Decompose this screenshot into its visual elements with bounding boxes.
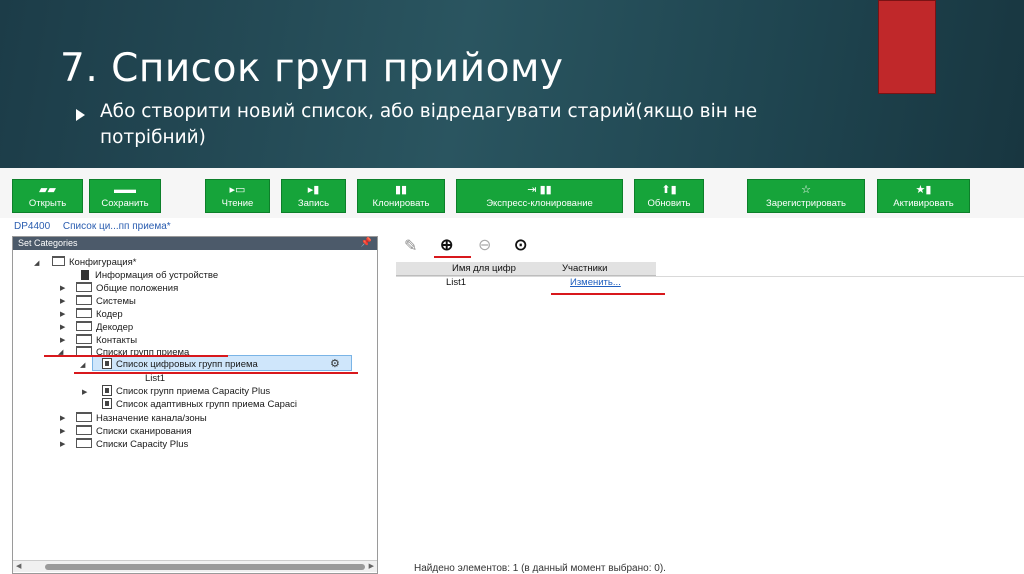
list-icon [102, 398, 112, 409]
tree-item-general[interactable]: Общие положения [76, 282, 178, 295]
expand-arrow-icon[interactable]: ▶ [60, 440, 65, 448]
device-icon [81, 270, 89, 280]
more-options-icon[interactable]: ⊙ [514, 238, 527, 254]
annotation-underline [434, 256, 471, 258]
panel-header: Set Categories [13, 237, 377, 250]
folder-icon [76, 425, 92, 435]
read-icon: ▸▭ [229, 184, 246, 196]
grid-header: Имя для цифр Участники [396, 262, 656, 276]
tree-item-capacity-plus-lists[interactable]: Списки Capacity Plus [76, 438, 188, 451]
annotation-underline [44, 355, 228, 357]
expand-arrow-icon[interactable]: ▶ [60, 323, 65, 331]
right-panel [396, 234, 1024, 574]
config-icon [52, 256, 65, 266]
annotation-underline [551, 293, 665, 295]
cell-name[interactable]: List1 [446, 277, 466, 289]
list-icon [102, 358, 112, 369]
activate-icon: ★▮ [915, 184, 932, 196]
clone-icon: ▮▮ [394, 184, 408, 196]
activate-button[interactable]: ★▮ Активировать [877, 179, 970, 213]
tree-item-digital-rx-groups[interactable]: Список цифровых групп приема [102, 358, 258, 371]
expand-arrow-icon[interactable]: ▶ [60, 284, 65, 292]
expand-arrow-icon[interactable]: ▶ [82, 388, 87, 396]
tree-item-encoder[interactable]: Кодер [76, 308, 123, 321]
edit-members-link[interactable]: Изменить... [570, 277, 621, 289]
add-icon[interactable]: ⊕ [440, 238, 453, 254]
tree-item-channel-zone[interactable]: Назначение канала/зоны [76, 412, 207, 425]
gear-icon[interactable]: ⚙ [330, 357, 340, 370]
register-icon: ☆ [801, 184, 811, 196]
tree-item-capacity-plus-rx[interactable]: Список групп приема Capacity Plus [102, 385, 270, 398]
column-header-members[interactable]: Участники [562, 262, 607, 276]
folder-icon [76, 282, 92, 292]
grid-divider [396, 276, 1024, 277]
scroll-left-icon[interactable]: ◀ [16, 562, 21, 570]
breadcrumb-current[interactable]: Список ци...пп приема* [63, 221, 171, 232]
remove-icon[interactable]: ⊖ [478, 238, 491, 254]
expand-arrow-icon[interactable]: ▶ [60, 427, 65, 435]
tree-item-device-info[interactable]: Информация об устройстве [81, 269, 218, 282]
tree-item-configuration[interactable]: Конфигурация* [52, 256, 136, 269]
tree-item-systems[interactable]: Системы [76, 295, 136, 308]
annotation-underline [74, 372, 358, 374]
update-button[interactable]: ⬆▮ Обновить [634, 179, 704, 213]
open-button[interactable]: ▰▰ Открыть [12, 179, 83, 213]
tree-item-scan-lists[interactable]: Списки сканирования [76, 425, 192, 438]
expand-arrow-icon[interactable]: ▶ [60, 310, 65, 318]
folder-open-icon: ▰▰ [39, 184, 56, 196]
write-icon: ▸▮ [307, 184, 320, 196]
slide-title: 7. Список груп прийому [60, 46, 564, 91]
register-button[interactable]: ☆ Зарегистрировать [747, 179, 865, 213]
clone-button[interactable]: ▮▮ Клонировать [357, 179, 445, 213]
tree-item-adaptive-rx[interactable]: Список адаптивных групп приема Capaci [102, 398, 297, 411]
expand-arrow-icon[interactable]: ▶ [60, 336, 65, 344]
pin-icon[interactable]: 📌 [361, 237, 372, 248]
collapse-arrow-icon[interactable]: ◢ [80, 361, 85, 369]
column-header-name[interactable]: Имя для цифр [452, 262, 516, 276]
status-text: Найдено элементов: 1 (в данный момент вы… [414, 563, 666, 574]
red-accent-bar [878, 0, 936, 94]
expand-arrow-icon[interactable]: ▶ [60, 297, 65, 305]
expand-arrow-icon[interactable]: ▶ [60, 414, 65, 422]
bullet-arrow-icon [76, 109, 85, 121]
folder-icon [76, 412, 92, 422]
write-button[interactable]: ▸▮ Запись [281, 179, 346, 213]
folder-icon [76, 334, 92, 344]
scroll-right-icon[interactable]: ▶ [369, 562, 374, 570]
folder-icon [76, 308, 92, 318]
folder-icon [76, 321, 92, 331]
update-icon: ⬆▮ [661, 184, 677, 196]
save-icon: ▬▬ [114, 184, 136, 196]
breadcrumb: DP4400 Список ци...пп приема* [14, 221, 181, 232]
folder-icon [76, 438, 92, 448]
express-clone-icon: ⇥ ▮▮ [527, 184, 552, 196]
horizontal-scrollbar[interactable]: ◀ ▶ [13, 560, 377, 572]
edit-pencil-icon[interactable]: ✎ [404, 239, 417, 255]
slide-subtitle: Або створити новий список, або відредагу… [100, 101, 758, 148]
list-icon [102, 385, 112, 396]
read-button[interactable]: ▸▭ Чтение [205, 179, 270, 213]
breadcrumb-device[interactable]: DP4400 [14, 221, 50, 232]
express-clone-button[interactable]: ⇥ ▮▮ Экспресс-клонирование [456, 179, 623, 213]
scrollbar-thumb[interactable] [45, 564, 365, 570]
collapse-arrow-icon[interactable]: ◢ [34, 259, 39, 267]
save-button[interactable]: ▬▬ Сохранить [89, 179, 161, 213]
folder-icon [76, 295, 92, 305]
tree-item-decoder[interactable]: Декодер [76, 321, 133, 334]
